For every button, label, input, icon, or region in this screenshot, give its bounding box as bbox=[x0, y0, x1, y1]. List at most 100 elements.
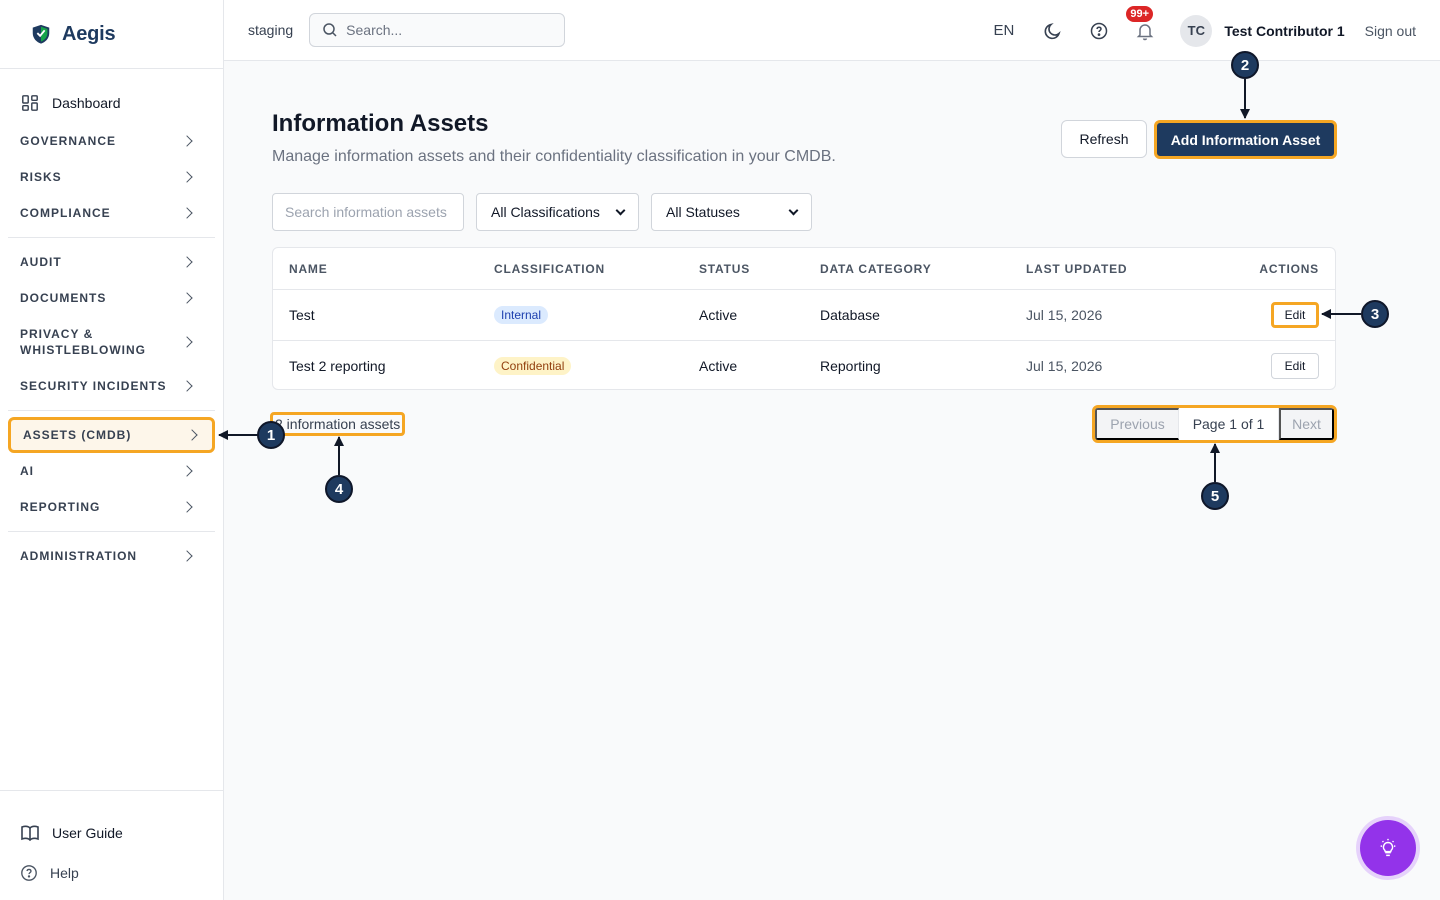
divider bbox=[8, 237, 215, 238]
global-search-input[interactable] bbox=[346, 22, 547, 38]
classification-badge: Confidential bbox=[494, 357, 572, 375]
sidebar-item-compliance[interactable]: COMPLIANCE bbox=[0, 195, 215, 231]
sidebar-item-security-incidents[interactable]: SECURITY INCIDENTS bbox=[0, 368, 215, 404]
topbar: staging EN 99+ TC Test Contributor 1 Sig… bbox=[224, 0, 1440, 61]
asset-category: Database bbox=[820, 307, 880, 323]
sidebar-nav: Dashboard GOVERNANCE RISKS COMPLIANCE AU… bbox=[0, 69, 223, 574]
sidebar-item-label: PRIVACY & WHISTLEBLOWING bbox=[20, 327, 146, 357]
sidebar-item-label: AUDIT bbox=[20, 255, 62, 269]
language-switcher[interactable]: EN bbox=[993, 22, 1014, 39]
status-filter-value: All Statuses bbox=[666, 204, 740, 220]
column-header-name[interactable]: NAME bbox=[289, 262, 328, 276]
sidebar-footer: User Guide Help bbox=[0, 790, 223, 900]
sidebar-item-label: GOVERNANCE bbox=[20, 134, 117, 148]
sidebar-item-administration[interactable]: ADMINISTRATION bbox=[0, 538, 215, 574]
classification-badge: Internal bbox=[494, 306, 549, 324]
environment-label: staging bbox=[248, 22, 294, 38]
divider bbox=[8, 531, 215, 532]
user-name[interactable]: Test Contributor 1 bbox=[1224, 23, 1344, 39]
sidebar-item-label: DOCUMENTS bbox=[20, 291, 107, 305]
page-title: Information Assets bbox=[272, 110, 489, 137]
sidebar-item-dashboard[interactable]: Dashboard bbox=[0, 85, 223, 121]
avatar[interactable]: TC bbox=[1180, 14, 1213, 47]
chevron-right-icon bbox=[181, 256, 193, 268]
classification-filter-value: All Classifications bbox=[491, 204, 600, 220]
theme-toggle[interactable] bbox=[1042, 20, 1064, 42]
status-filter[interactable]: All Statuses bbox=[651, 193, 812, 231]
previous-page-button[interactable]: Previous bbox=[1095, 408, 1179, 440]
sidebar-item-ai[interactable]: AI bbox=[0, 453, 215, 489]
notification-badge: 99+ bbox=[1126, 5, 1153, 22]
page-info: Page 1 of 1 bbox=[1179, 408, 1279, 440]
asset-updated: Jul 15, 2026 bbox=[1026, 307, 1103, 323]
dashboard-icon bbox=[22, 95, 38, 111]
column-header-actions: ACTIONS bbox=[1259, 262, 1319, 276]
user-guide-label: User Guide bbox=[52, 825, 123, 841]
chevron-right-icon bbox=[181, 135, 193, 147]
help-button[interactable] bbox=[1088, 20, 1110, 42]
bell-icon bbox=[1137, 23, 1154, 40]
callout-5: 5 bbox=[1201, 482, 1229, 510]
sidebar-item-audit[interactable]: AUDIT bbox=[0, 244, 215, 280]
help-link[interactable]: Help bbox=[0, 853, 223, 893]
sidebar: Aegis Dashboard GOVERNANCE RISKS COMPLIA… bbox=[0, 0, 224, 900]
sidebar-item-label: Dashboard bbox=[52, 95, 121, 111]
chevron-right-icon bbox=[181, 465, 193, 477]
asset-name: Test 2 reporting bbox=[289, 358, 386, 374]
next-page-button[interactable]: Next bbox=[1279, 408, 1334, 440]
table-row[interactable]: Test 2 reporting Confidential Active Rep… bbox=[273, 341, 1335, 389]
callout-2: 2 bbox=[1231, 51, 1259, 79]
chevron-right-icon bbox=[181, 292, 193, 304]
asset-status: Active bbox=[699, 358, 738, 374]
sidebar-item-risks[interactable]: RISKS bbox=[0, 159, 215, 195]
sign-out-link[interactable]: Sign out bbox=[1365, 23, 1416, 39]
column-header-data-category[interactable]: DATA CATEGORY bbox=[820, 262, 932, 276]
chevron-down-icon bbox=[788, 205, 799, 215]
refresh-button[interactable]: Refresh bbox=[1061, 120, 1147, 158]
table-row[interactable]: Test Internal Active Database Jul 15, 20… bbox=[273, 290, 1335, 341]
add-information-asset-button[interactable]: Add Information Asset bbox=[1154, 120, 1337, 159]
search-icon bbox=[323, 23, 337, 37]
sidebar-item-governance[interactable]: GOVERNANCE bbox=[0, 123, 215, 159]
user-guide-link[interactable]: User Guide bbox=[0, 813, 223, 853]
sidebar-item-privacy[interactable]: PRIVACY & WHISTLEBLOWING bbox=[0, 316, 215, 368]
edit-button[interactable]: Edit bbox=[1271, 353, 1319, 379]
chevron-right-icon bbox=[181, 501, 193, 513]
sidebar-item-documents[interactable]: DOCUMENTS bbox=[0, 280, 215, 316]
help-circle-icon bbox=[1091, 22, 1108, 39]
notifications-button[interactable]: 99+ bbox=[1126, 5, 1156, 42]
asset-name: Test bbox=[289, 307, 315, 323]
column-header-classification[interactable]: CLASSIFICATION bbox=[494, 262, 605, 276]
asset-search-input[interactable] bbox=[272, 193, 464, 231]
assets-table: NAME CLASSIFICATION STATUS DATA CATEGORY… bbox=[272, 247, 1336, 390]
assistant-button[interactable] bbox=[1360, 820, 1416, 876]
sidebar-item-label: ASSETS (CMDB) bbox=[23, 428, 132, 442]
pagination: Previous Page 1 of 1 Next bbox=[1092, 405, 1337, 443]
asset-updated: Jul 15, 2026 bbox=[1026, 358, 1103, 374]
brand[interactable]: Aegis bbox=[0, 0, 223, 69]
asset-category: Reporting bbox=[820, 358, 881, 374]
sidebar-item-label: AI bbox=[20, 464, 34, 478]
callout-3: 3 bbox=[1361, 300, 1389, 328]
topbar-actions: EN 99+ TC Test Contributor 1 Sign out bbox=[993, 0, 1416, 61]
page-subtitle: Manage information assets and their conf… bbox=[272, 148, 836, 165]
edit-button[interactable]: Edit bbox=[1271, 302, 1319, 328]
sidebar-item-label: SECURITY INCIDENTS bbox=[20, 379, 167, 393]
callout-1: 1 bbox=[257, 421, 285, 449]
global-search[interactable] bbox=[309, 13, 566, 47]
chevron-down-icon bbox=[615, 205, 626, 215]
sidebar-item-label: REPORTING bbox=[20, 500, 101, 514]
table-header: NAME CLASSIFICATION STATUS DATA CATEGORY… bbox=[273, 248, 1335, 290]
column-header-last-updated[interactable]: LAST UPDATED bbox=[1026, 262, 1127, 276]
column-header-status[interactable]: STATUS bbox=[699, 262, 750, 276]
chevron-right-icon bbox=[186, 429, 198, 441]
asset-status: Active bbox=[699, 307, 738, 323]
help-label: Help bbox=[50, 865, 79, 881]
sidebar-item-reporting[interactable]: REPORTING bbox=[0, 489, 215, 525]
chevron-right-icon bbox=[181, 550, 193, 562]
classification-filter[interactable]: All Classifications bbox=[476, 193, 639, 231]
sidebar-item-label: RISKS bbox=[20, 170, 62, 184]
sidebar-item-assets[interactable]: ASSETS (CMDB) bbox=[8, 417, 215, 453]
chevron-right-icon bbox=[181, 336, 193, 348]
chevron-right-icon bbox=[181, 171, 193, 183]
